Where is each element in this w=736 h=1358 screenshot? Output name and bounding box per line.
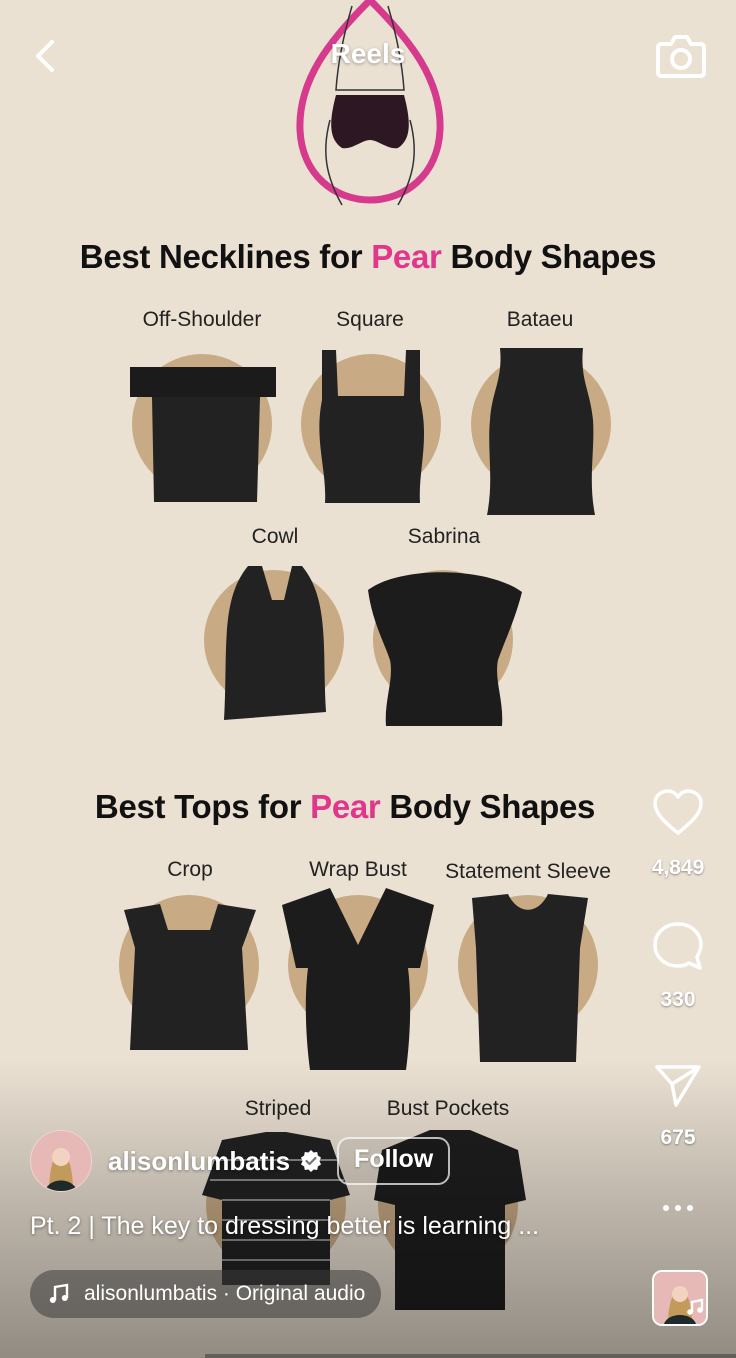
more-button[interactable] <box>638 1198 718 1223</box>
author-row: alisonlumbatis Follow <box>30 1130 451 1192</box>
neckline-label: Bataeu <box>506 308 574 331</box>
audio-thumbnail[interactable] <box>652 1270 708 1326</box>
heart-icon <box>653 789 703 835</box>
post-caption[interactable]: Pt. 2 | The key to dressing better is le… <box>30 1212 630 1241</box>
neckline-label: Sabrina <box>407 525 481 548</box>
comment-button[interactable] <box>638 920 718 979</box>
avatar[interactable] <box>30 1130 92 1192</box>
follow-button[interactable]: Follow <box>337 1137 451 1185</box>
share-icon <box>655 1065 701 1107</box>
comment-count: 330 <box>660 988 696 1011</box>
author-username[interactable]: alisonlumbatis <box>108 1146 290 1177</box>
tops-heading: Best Tops for Pear Body Shapes <box>94 788 596 825</box>
share-count: 675 <box>660 1126 696 1149</box>
top-sabrina <box>368 570 522 726</box>
playback-progress-bar[interactable] <box>205 1354 736 1358</box>
music-note-icon <box>49 1283 69 1303</box>
page-title: Reels <box>330 38 406 69</box>
necklines-heading: Best Necklines for Pear Body Shapes <box>79 238 657 275</box>
top-label: Bust Pockets <box>386 1097 510 1120</box>
audio-thumbnail-image <box>654 1272 706 1324</box>
camera-icon <box>656 35 706 78</box>
like-button[interactable] <box>638 788 718 843</box>
like-count: 4,849 <box>651 856 705 879</box>
audio-label: alisonlumbatis · Original audio <box>84 1282 366 1305</box>
more-icon <box>663 1205 693 1211</box>
avatar-image <box>31 1131 91 1191</box>
verified-badge-icon <box>301 1150 322 1172</box>
comment-icon <box>653 922 703 970</box>
camera-button[interactable] <box>654 32 708 80</box>
audio-pill[interactable]: alisonlumbatis · Original audio <box>30 1270 382 1318</box>
top-crop <box>119 895 259 1050</box>
share-button[interactable] <box>638 1060 718 1115</box>
reel-screen: Best Necklines for Pear Body Shapes Off-… <box>0 0 736 1358</box>
top-label: Statement Sleeve <box>445 860 611 883</box>
